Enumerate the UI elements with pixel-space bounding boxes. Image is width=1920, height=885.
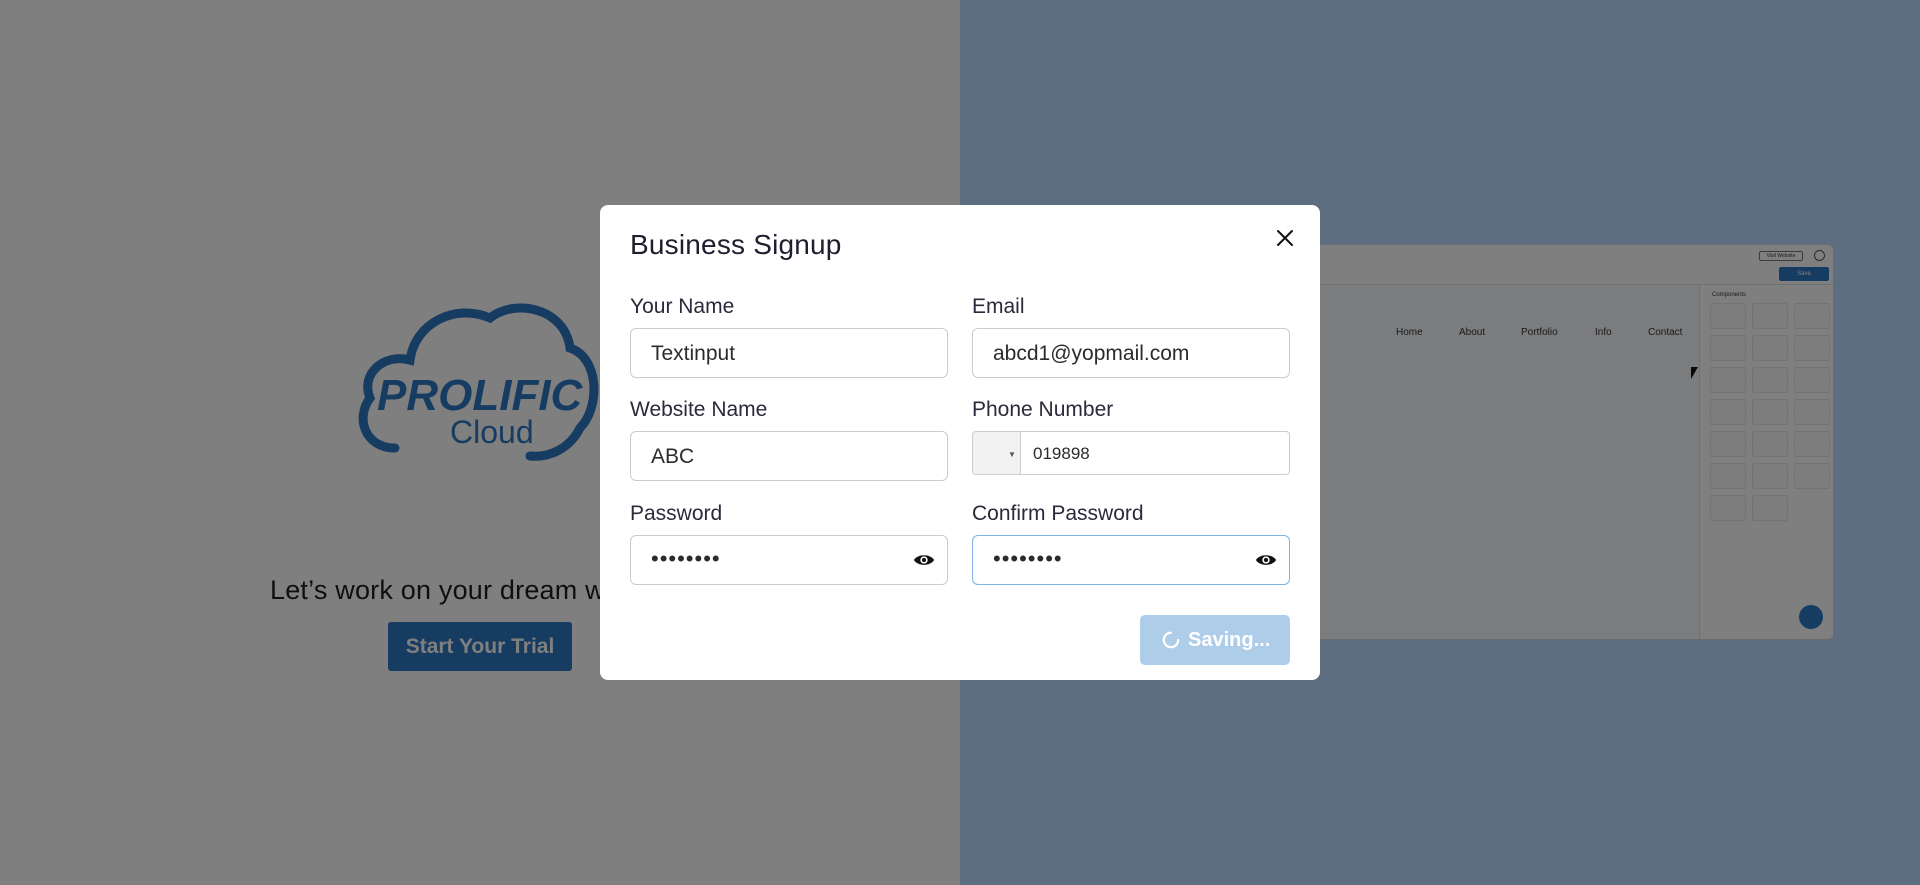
saving-button[interactable]: Saving...	[1140, 615, 1290, 665]
password-label: Password	[630, 502, 723, 525]
phone-number-input[interactable]: ▼ 019898	[972, 431, 1290, 475]
confirm-password-value: ••••••••	[993, 546, 1063, 571]
password-value: ••••••••	[651, 546, 721, 571]
website-name-label: Website Name	[630, 398, 768, 421]
your-name-input[interactable]: Textinput	[630, 328, 948, 378]
website-name-value: ABC	[651, 445, 695, 468]
caret-down-icon: ▼	[1008, 450, 1016, 459]
close-button[interactable]	[1270, 223, 1300, 253]
password-input[interactable]: ••••••••	[630, 535, 948, 585]
confirm-password-label: Confirm Password	[972, 502, 1144, 525]
phone-number-label: Phone Number	[972, 398, 1114, 421]
phone-number-value: 019898	[1033, 444, 1090, 463]
your-name-value: Textinput	[651, 342, 736, 365]
spinner-icon	[1162, 631, 1180, 649]
email-value: abcd1@yopmail.com	[993, 342, 1190, 365]
email-label: Email	[972, 295, 1025, 318]
confirm-password-input[interactable]: ••••••••	[972, 535, 1290, 585]
country-code-select[interactable]: ▼	[973, 432, 1021, 474]
website-name-input[interactable]: ABC	[630, 431, 948, 481]
close-icon	[1277, 230, 1293, 246]
saving-label: Saving...	[1188, 629, 1271, 651]
email-input[interactable]: abcd1@yopmail.com	[972, 328, 1290, 378]
your-name-label: Your Name	[630, 295, 735, 318]
eye-icon[interactable]	[1255, 551, 1277, 569]
modal-title: Business Signup	[630, 229, 842, 260]
business-signup-modal: Business Signup Your Name Textinput Emai…	[600, 205, 1320, 680]
eye-icon[interactable]	[913, 551, 935, 569]
